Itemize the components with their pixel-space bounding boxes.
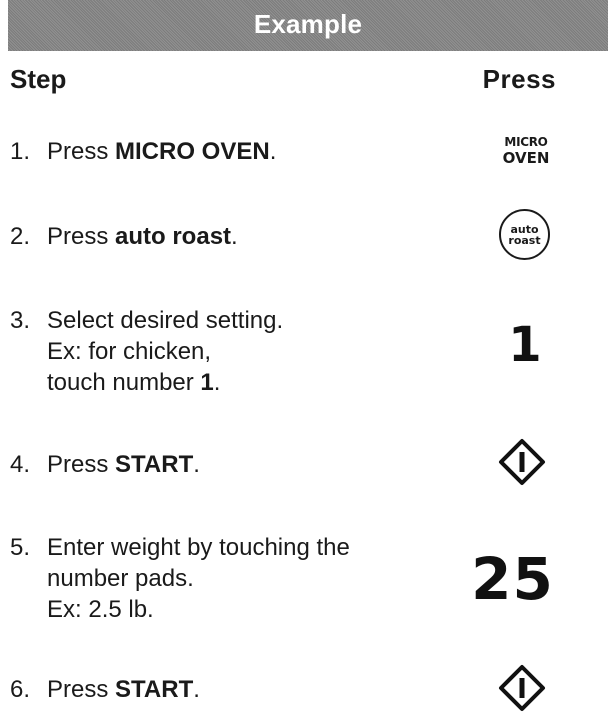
step-6: 6. Press START. bbox=[10, 674, 467, 705]
auto-roast-key-line1: auto bbox=[510, 222, 539, 236]
micro-oven-key-line1: MICRO bbox=[504, 135, 548, 149]
step-text: Press auto roast. bbox=[47, 223, 238, 250]
step-number: 6. bbox=[10, 676, 31, 703]
step-text: Press START. bbox=[47, 676, 200, 703]
start-diamond-icon bbox=[498, 664, 546, 712]
number-one-key: 1 bbox=[508, 317, 542, 373]
start-diamond-icon bbox=[498, 438, 546, 486]
step-text: Enter weight by touching the number pads… bbox=[47, 534, 350, 623]
step-5: 5. Enter weight by touching the number p… bbox=[10, 532, 467, 625]
header-title: Example bbox=[253, 9, 363, 39]
step-3: 3. Select desired setting. Ex: for chick… bbox=[10, 305, 467, 398]
step-2: 2. Press auto roast. bbox=[10, 221, 467, 252]
step-4: 4. Press START. bbox=[10, 449, 467, 480]
step-text: Press START. bbox=[47, 451, 200, 478]
step-number: 4. bbox=[10, 451, 31, 478]
step-number: 2. bbox=[10, 223, 31, 250]
example-header-bar: Example bbox=[8, 0, 608, 51]
step-number: 1. bbox=[10, 138, 31, 165]
auto-roast-key-line2: roast bbox=[508, 233, 541, 247]
step-column-heading: Step bbox=[10, 64, 67, 94]
auto-roast-key: auto roast bbox=[499, 209, 550, 260]
step-text: Select desired setting. Ex: for chicken,… bbox=[47, 307, 284, 396]
press-column-heading: Press bbox=[482, 64, 556, 94]
step-text: Press MICRO OVEN. bbox=[47, 138, 277, 165]
micro-oven-key: MICRO OVEN bbox=[486, 125, 566, 175]
number-25-keys: 25 bbox=[471, 545, 554, 613]
step-1: 1. Press MICRO OVEN. bbox=[10, 136, 467, 167]
step-number: 3. bbox=[10, 307, 31, 334]
micro-oven-key-line2: OVEN bbox=[502, 149, 550, 167]
step-number: 5. bbox=[10, 534, 31, 561]
